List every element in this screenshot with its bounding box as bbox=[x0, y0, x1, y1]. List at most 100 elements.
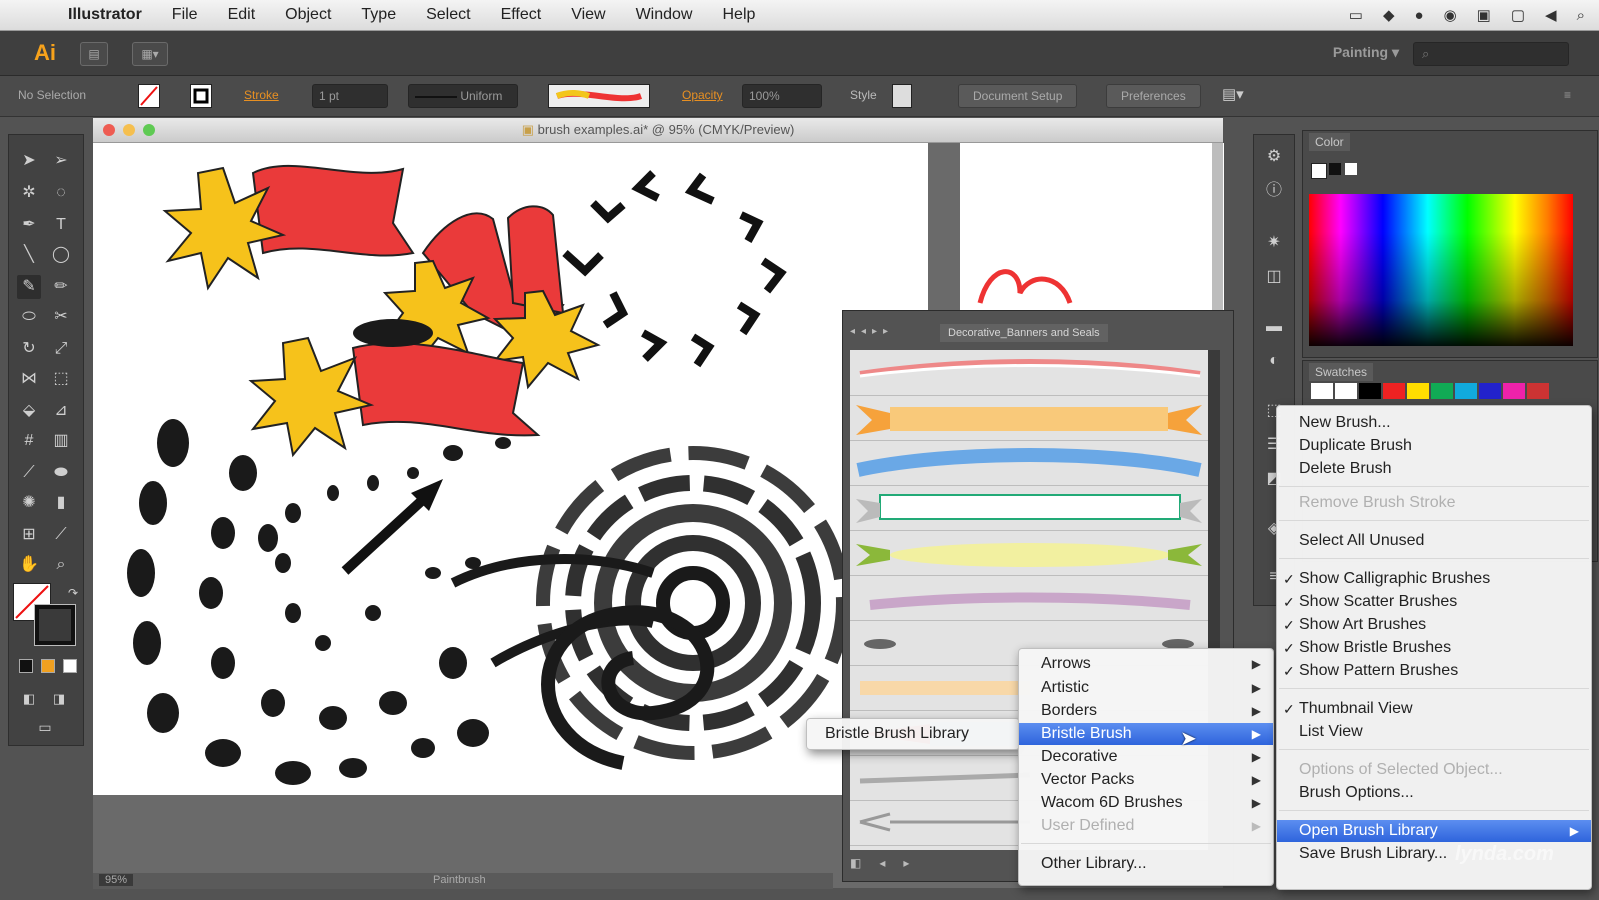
swap-colors-icon[interactable]: ↷ bbox=[61, 581, 85, 605]
menu-item-artistic[interactable]: Artistic ▶ bbox=[1019, 677, 1273, 699]
menu-edit[interactable]: Edit bbox=[213, 6, 271, 24]
menu-item-show-bristle-brushes[interactable]: ✓ Show Bristle Brushes bbox=[1277, 637, 1591, 659]
stroke-color-icon[interactable] bbox=[34, 604, 76, 646]
menu-item-bristle-brush-library[interactable]: Bristle Brush Library bbox=[807, 723, 1019, 745]
menu-item-select-all-unused[interactable]: Select All Unused bbox=[1277, 530, 1591, 552]
close-window-icon[interactable] bbox=[103, 124, 115, 136]
menu-object[interactable]: Object bbox=[270, 6, 346, 24]
volume-icon[interactable]: ◀ bbox=[1545, 6, 1557, 24]
artboard[interactable] bbox=[93, 143, 928, 795]
brush-definition[interactable] bbox=[548, 84, 650, 108]
pen-tool-icon[interactable]: ✒ bbox=[17, 213, 41, 237]
style-swatch[interactable] bbox=[892, 84, 912, 108]
stroke-swatch[interactable] bbox=[190, 84, 212, 108]
mesh-tool-icon[interactable]: # bbox=[17, 429, 41, 453]
paintbrush-tool-icon[interactable]: ✎ bbox=[17, 275, 41, 299]
column-graph-tool-icon[interactable]: ▮ bbox=[49, 491, 73, 515]
hand-tool-icon[interactable]: ✋ bbox=[17, 553, 41, 577]
rotate-tool-icon[interactable]: ↻ bbox=[17, 337, 41, 361]
color-guide-icon[interactable]: ⚙ bbox=[1262, 145, 1286, 169]
menu-item-open-brush-library[interactable]: Open Brush Library ▶ bbox=[1277, 820, 1591, 842]
brush-thumbnail[interactable] bbox=[850, 440, 1208, 486]
arrange-icon[interactable]: ▤▾ bbox=[1222, 84, 1244, 106]
swatch[interactable] bbox=[1455, 383, 1477, 399]
symbol-sprayer-tool-icon[interactable]: ✺ bbox=[17, 491, 41, 515]
draw-behind-icon[interactable]: ◨ bbox=[47, 687, 71, 711]
menu-illustrator[interactable]: Illustrator bbox=[52, 6, 157, 24]
menu-item-thumbnail-view[interactable]: ✓ Thumbnail View bbox=[1277, 698, 1591, 720]
menu-help[interactable]: Help bbox=[707, 6, 770, 24]
white-swatch[interactable] bbox=[1345, 163, 1357, 175]
menu-item-other-library[interactable]: Other Library... bbox=[1019, 853, 1273, 875]
lasso-tool-icon[interactable]: ◌ bbox=[49, 181, 73, 205]
menu-item-arrows[interactable]: Arrows ▶ bbox=[1019, 653, 1273, 675]
swatches-tab[interactable]: Swatches bbox=[1309, 363, 1374, 381]
brush-library-tab[interactable]: Decorative_Banners and Seals bbox=[940, 324, 1108, 342]
artboard-tool-icon[interactable]: ⊞ bbox=[17, 523, 41, 547]
menu-item-show-scatter-brushes[interactable]: ✓ Show Scatter Brushes bbox=[1277, 591, 1591, 613]
menu-item-list-view[interactable]: List View bbox=[1277, 721, 1591, 743]
slice-tool-icon[interactable]: ⟋ bbox=[49, 523, 73, 547]
opacity-label[interactable]: Opacity bbox=[682, 84, 723, 106]
swatch[interactable] bbox=[1479, 383, 1501, 399]
ellipse-tool-icon[interactable]: ◯ bbox=[49, 243, 73, 267]
stroke-label[interactable]: Stroke bbox=[244, 84, 279, 106]
variable-width-profile[interactable]: Uniform bbox=[408, 84, 518, 108]
free-transform-tool-icon[interactable]: ⬚ bbox=[49, 367, 73, 391]
spotlight-search-icon[interactable]: ⌕ bbox=[1577, 7, 1585, 24]
window-icon[interactable]: ▢ bbox=[1511, 6, 1525, 24]
screen-mode-icon[interactable]: ▭ bbox=[33, 715, 57, 739]
transparency-icon[interactable]: ◐ bbox=[1262, 349, 1286, 373]
menu-file[interactable]: File bbox=[157, 6, 213, 24]
none-mode-icon[interactable] bbox=[63, 659, 77, 673]
draw-normal-icon[interactable]: ◧ bbox=[17, 687, 41, 711]
bell-icon[interactable]: ● bbox=[1415, 7, 1424, 24]
library-nav-arrows[interactable]: ◧◂▸ bbox=[850, 856, 927, 870]
magic-wand-tool-icon[interactable]: ✲ bbox=[17, 181, 41, 205]
fill-swatch[interactable] bbox=[138, 84, 160, 108]
menu-view[interactable]: View bbox=[556, 6, 620, 24]
color-mode-icon[interactable] bbox=[19, 659, 33, 673]
appearance-icon[interactable]: ✷ bbox=[1262, 231, 1286, 255]
opacity-field[interactable]: 100% bbox=[742, 84, 822, 108]
menu-item-new-brush[interactable]: New Brush... bbox=[1277, 412, 1591, 434]
menu-item-show-calligraphic-brushes[interactable]: ✓ Show Calligraphic Brushes bbox=[1277, 568, 1591, 590]
shield-icon[interactable]: ◆ bbox=[1383, 6, 1395, 24]
sync-icon[interactable]: ◉ bbox=[1444, 6, 1457, 24]
search-input[interactable]: ⌕ bbox=[1413, 42, 1569, 66]
gradient-mode-icon[interactable] bbox=[41, 659, 55, 673]
menu-item-brush-options[interactable]: Brush Options... bbox=[1277, 782, 1591, 804]
menu-item-wacom-6d-brushes[interactable]: Wacom 6D Brushes ▶ bbox=[1019, 792, 1273, 814]
brush-thumbnail[interactable] bbox=[850, 575, 1208, 621]
swatch[interactable] bbox=[1407, 383, 1429, 399]
blob-brush-tool-icon[interactable]: ⬭ bbox=[17, 305, 41, 329]
menu-item-delete-brush[interactable]: Delete Brush bbox=[1277, 458, 1591, 480]
perspective-grid-tool-icon[interactable]: ⊿ bbox=[49, 399, 73, 423]
pencil-tool-icon[interactable]: ✏ bbox=[49, 275, 73, 299]
bridge-button[interactable]: ▤ bbox=[80, 42, 108, 66]
fill-proxy-swatch[interactable] bbox=[1311, 163, 1327, 179]
swatch[interactable] bbox=[1311, 383, 1333, 399]
line-tool-icon[interactable]: ╲ bbox=[17, 243, 41, 267]
gradient-tool-icon[interactable]: ▥ bbox=[49, 429, 73, 453]
preferences-button[interactable]: Preferences bbox=[1106, 84, 1201, 108]
swatch[interactable] bbox=[1431, 383, 1453, 399]
black-swatch[interactable] bbox=[1329, 163, 1341, 175]
arrange-documents-button[interactable]: ▦▾ bbox=[132, 42, 168, 66]
width-tool-icon[interactable]: ⋈ bbox=[17, 367, 41, 391]
menu-item-bristle-brush[interactable]: Bristle Brush ▶ bbox=[1019, 723, 1273, 745]
menu-select[interactable]: Select bbox=[411, 6, 485, 24]
brush-thumbnail[interactable] bbox=[850, 530, 1208, 576]
scale-tool-icon[interactable]: ⤢ bbox=[49, 337, 73, 361]
menu-type[interactable]: Type bbox=[346, 6, 411, 24]
swatch[interactable] bbox=[1527, 383, 1549, 399]
minimize-window-icon[interactable] bbox=[123, 124, 135, 136]
menu-item-show-art-brushes[interactable]: ✓ Show Art Brushes bbox=[1277, 614, 1591, 636]
color-tab[interactable]: Color bbox=[1309, 133, 1350, 151]
swatch[interactable] bbox=[1359, 383, 1381, 399]
type-tool-icon[interactable]: T bbox=[49, 213, 73, 237]
menu-item-duplicate-brush[interactable]: Duplicate Brush bbox=[1277, 435, 1591, 457]
document-setup-button[interactable]: Document Setup bbox=[958, 84, 1078, 108]
swatch[interactable] bbox=[1503, 383, 1525, 399]
panel-library-arrows[interactable]: ◂◂▸▸ bbox=[850, 326, 894, 337]
